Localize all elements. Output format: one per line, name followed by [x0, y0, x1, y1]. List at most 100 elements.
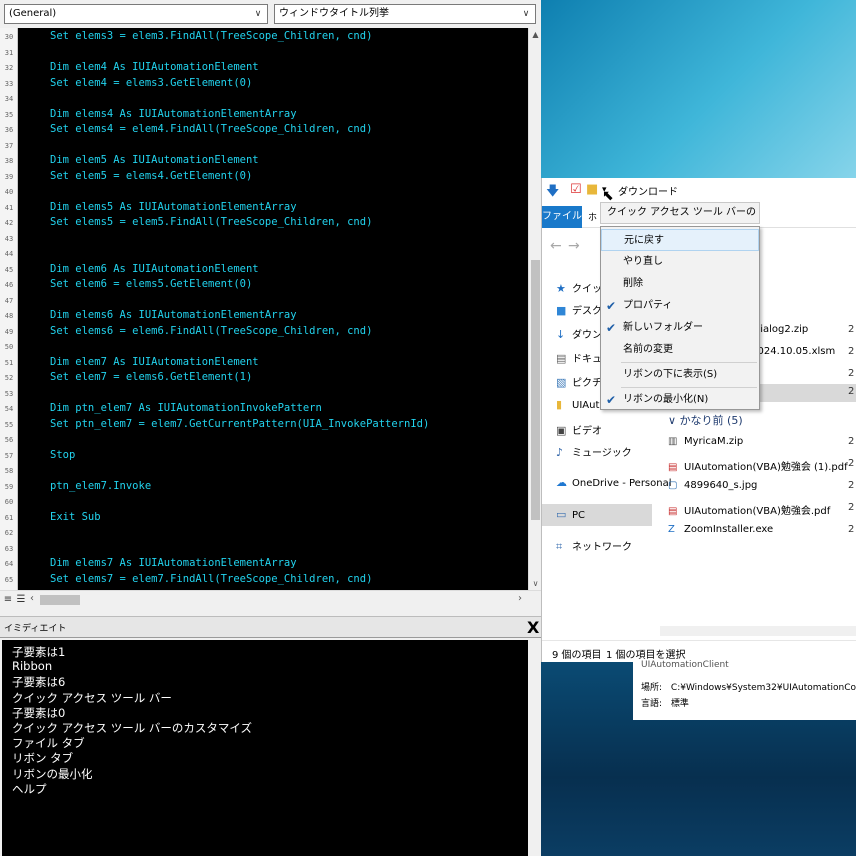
code-line[interactable]: Set elems3 = elem3.FindAll(TreeScope_Chi…	[50, 30, 372, 42]
line-number: 57	[4, 451, 14, 460]
code-line[interactable]: Set ptn_elem7 = elem7.GetCurrentPattern(…	[50, 418, 429, 430]
props-location-row: 場所: C:¥Windows¥System32¥UIAutomationCore…	[641, 680, 856, 693]
code-line[interactable]: Exit Sub	[50, 511, 101, 523]
code-line[interactable]: Set elem7 = elems6.GetElement(1)	[50, 371, 252, 383]
code-line[interactable]: ptn_elem7.Invoke	[50, 480, 151, 492]
line-number: 42	[4, 219, 14, 227]
line-number: 51	[4, 358, 14, 367]
menu-item[interactable]: 削除	[601, 273, 759, 295]
chevron-down-icon[interactable]: ∨	[668, 414, 680, 427]
line-number: 64	[4, 560, 14, 568]
scroll-thumb[interactable]	[40, 595, 80, 605]
menu-separator	[621, 362, 757, 363]
selected-file-row	[752, 384, 856, 402]
code-line[interactable]: Set elems4 = elem4.FindAll(TreeScope_Chi…	[50, 123, 372, 135]
tab-file[interactable]: ファイル	[542, 206, 582, 228]
code-line[interactable]: Dim elem5 As IUIAutomationElement	[50, 154, 259, 166]
code-vertical-scrollbar[interactable]: ▲ ∨	[528, 28, 541, 590]
code-line[interactable]: Set elems5 = elem5.FindAll(TreeScope_Chi…	[50, 216, 372, 228]
menu-item-label: リボンの下に表示(S)	[623, 369, 718, 380]
line-number: 39	[4, 172, 14, 181]
chevron-down-icon[interactable]: ∨	[251, 5, 265, 23]
file-date: 2	[848, 368, 855, 379]
code-line[interactable]: Set elem6 = elems5.GetElement(0)	[50, 278, 252, 290]
module-view-icon[interactable]: ☰	[15, 594, 27, 606]
code-line[interactable]: Set elem5 = elems4.GetElement(0)	[50, 170, 252, 182]
menu-item[interactable]: やり直し	[601, 251, 759, 273]
immediate-vertical-scrollbar[interactable]	[528, 640, 541, 856]
group-header[interactable]: ∨ かなり前 (5)	[668, 412, 743, 428]
file-type-icon: ▤	[668, 462, 678, 473]
menu-item[interactable]: 名前の変更	[601, 339, 759, 361]
nav-item[interactable]: ▭ PC	[556, 508, 585, 521]
code-line[interactable]: Dim elems7 As IUIAutomationElementArray	[50, 557, 297, 569]
line-number: 35	[4, 110, 14, 119]
menu-item[interactable]: ✔ リボンの最小化(N)	[601, 389, 759, 411]
scroll-right-icon[interactable]: ›	[518, 593, 522, 604]
forward-arrow-icon[interactable]: →	[568, 238, 580, 254]
object-combo[interactable]: (General) ∨	[4, 4, 268, 24]
back-arrow-icon[interactable]: ←	[550, 238, 562, 254]
code-line[interactable]: Dim elem6 As IUIAutomationElement	[50, 263, 259, 275]
menu-item-label: 名前の変更	[623, 344, 673, 355]
check-icon: ✔	[606, 299, 617, 313]
vba-editor: (General) ∨ ウィンドウタイトル列挙 ∨ 30 31 32 33 34 35 36…	[0, 0, 541, 856]
menu-item-label: リボンの最小化(N)	[623, 394, 709, 405]
status-selected-count: 1 個の項目を選択	[606, 650, 686, 661]
code-line[interactable]: Stop	[50, 449, 75, 461]
new-folder-icon[interactable]: ■	[586, 182, 598, 197]
file-row[interactable]: ▢ 4899640_s.jpg	[668, 480, 757, 491]
procedure-view-icon[interactable]: ≡	[2, 594, 14, 606]
scroll-left-icon[interactable]: ‹	[30, 593, 34, 604]
file-name: 4899640_s.jpg	[684, 480, 758, 491]
line-number: 50	[4, 343, 14, 351]
menu-item[interactable]: ✔ 新しいフォルダー	[601, 317, 759, 339]
line-number: 48	[4, 312, 14, 320]
chevron-down-icon[interactable]: ∨	[519, 5, 533, 23]
nav-item[interactable]: ▮ UIAut	[556, 398, 599, 411]
code-line[interactable]: Set elems7 = elem7.FindAll(TreeScope_Chi…	[50, 573, 372, 585]
line-number: 55	[4, 420, 14, 429]
nav-item-icon: ↓	[556, 328, 566, 341]
line-number-gutter: 30 31 32 33 34 35 36 37 38 39 40 41 42 43 44 45 46 47 48 49…	[0, 28, 18, 590]
file-row[interactable]: ▤ UIAutomation(VBA)勉強会.pdf	[668, 502, 830, 517]
check-icon: ✔	[606, 393, 617, 407]
file-row[interactable]: Z ZoomInstaller.exe	[668, 524, 773, 535]
code-line[interactable]: Set elem4 = elems3.GetElement(0)	[50, 77, 252, 89]
nav-item[interactable]: ☁ OneDrive - Personal	[556, 476, 672, 489]
code-line[interactable]: Dim elem4 As IUIAutomationElement	[50, 61, 259, 73]
line-number: 34	[4, 95, 14, 103]
immediate-output-line: 子要素は1	[12, 645, 66, 659]
close-icon[interactable]: X	[527, 618, 539, 637]
immediate-window-output[interactable]: 子要素は1 Ribbon 子要素は6 クイック アクセス ツール バー 子要素は0 クイッ…	[2, 640, 528, 856]
qat-customize-menu: 元に戻す やり直し 削除 ✔ プロパティ ✔ 新しいフォルダー名前の変更リボンの下に表示(S…	[600, 226, 760, 410]
props-language-value: 標準	[670, 699, 689, 709]
download-arrow-icon[interactable]: 🡇	[546, 182, 559, 204]
desktop-area: 🡇 ☑ ■ ▾ ダウンロード ファイル ホ ← → ★ クイック ■ デスクト ↓ ダウン…	[541, 0, 856, 856]
code-line[interactable]: Dim elem7 As IUIAutomationElement	[50, 356, 259, 368]
line-number: 38	[4, 157, 14, 165]
code-line[interactable]: Dim elems5 As IUIAutomationElementArray	[50, 201, 297, 213]
procedure-combo[interactable]: ウィンドウタイトル列挙 ∨	[274, 4, 536, 24]
tab-home[interactable]: ホ	[588, 210, 597, 223]
line-number: 58	[4, 467, 14, 475]
nav-item[interactable]: ⌗ ネットワーク	[556, 538, 632, 554]
nav-item[interactable]: ♪ ミュージック	[556, 444, 632, 459]
code-line[interactable]: Dim ptn_elem7 As IUIAutomationInvokePatt…	[50, 402, 322, 414]
code-line[interactable]: Dim elems4 As IUIAutomationElementArray	[50, 108, 297, 120]
file-row[interactable]: ▤ UIAutomation(VBA)勉強会 (1).pdf	[668, 458, 848, 473]
menu-item[interactable]: 元に戻す	[601, 229, 759, 251]
file-name: ZoomInstaller.exe	[684, 524, 774, 535]
file-type-icon: ▤	[668, 506, 678, 517]
menu-item[interactable]: リボンの下に表示(S)	[601, 364, 759, 386]
code-line[interactable]: Set elems6 = elem6.FindAll(TreeScope_Chi…	[50, 325, 372, 337]
code-line[interactable]: Dim elems6 As IUIAutomationElementArray	[50, 309, 297, 321]
file-row[interactable]: ▥ MyricaM.zip	[668, 436, 743, 447]
scroll-thumb[interactable]	[531, 260, 540, 520]
code-window[interactable]: 30 31 32 33 34 35 36 37 38 39 40 41 42 43 44 45 46 47 48 49…	[0, 28, 528, 590]
code-horizontal-scrollbar[interactable]: ≡ ☰ ‹ ›	[0, 590, 541, 608]
file-list-horizontal-scrollbar[interactable]	[660, 626, 856, 636]
menu-item[interactable]: ✔ プロパティ	[601, 295, 759, 317]
nav-item[interactable]: ▣ ビデオ	[556, 422, 602, 437]
properties-check-icon[interactable]: ☑	[570, 182, 582, 197]
